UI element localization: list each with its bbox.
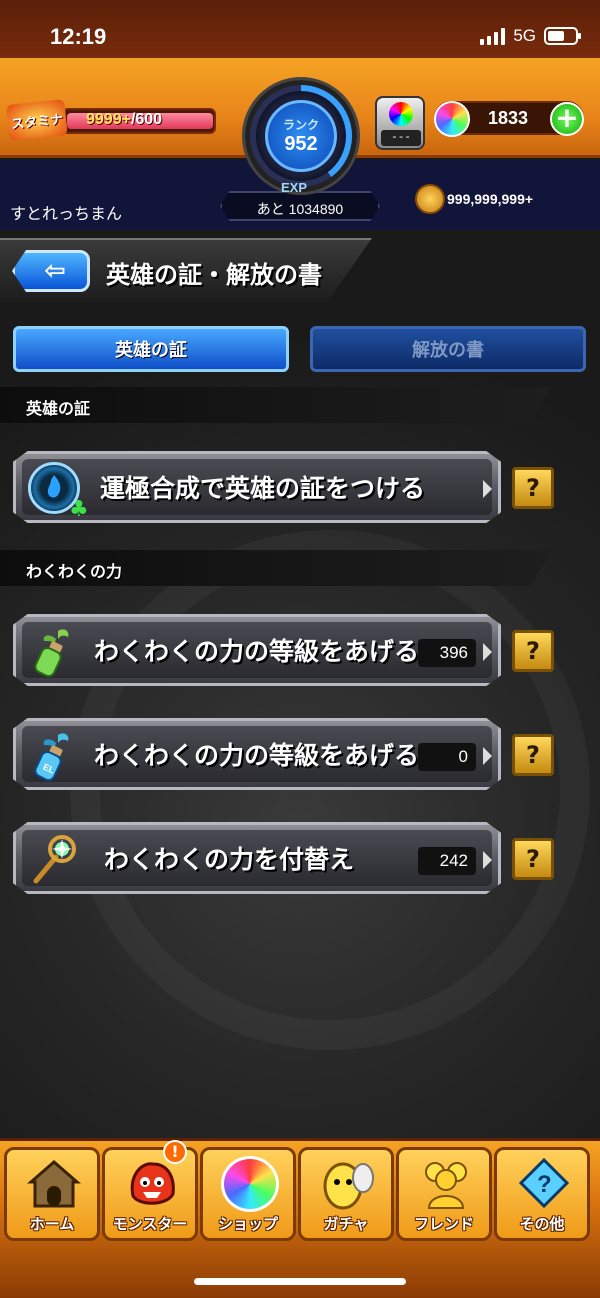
hero-fire-clover-icon: ♣ <box>28 462 89 522</box>
orb-count: 1833 <box>488 108 529 128</box>
item-box-value: --- <box>381 130 421 146</box>
exp-label: EXP <box>281 180 308 195</box>
nav-label: フレンド <box>413 1215 474 1233</box>
chevron-right-icon <box>483 851 492 869</box>
item-count: 0 <box>418 743 476 771</box>
house-icon <box>25 1156 83 1212</box>
menu-attach-hero-proof-button[interactable]: ♣ 運極合成で英雄の証をつける <box>13 451 501 523</box>
menu-label: わくわくの力の等級をあげる <box>94 637 420 666</box>
nav-monster[interactable]: ! モンスター <box>102 1140 198 1241</box>
menu-raise-wakuwaku-blue-button[interactable]: EL わくわくの力の等級をあげる 0 <box>13 718 501 790</box>
diamond-question-icon: ? <box>515 1156 573 1212</box>
orb-small-icon <box>389 102 413 126</box>
stamina-bar: 9999+/600 <box>62 108 216 134</box>
section-header-hero-proof: 英雄の証 <box>0 387 552 423</box>
back-button[interactable]: ⇦ <box>12 250 90 292</box>
help-button[interactable]: ? <box>512 838 554 880</box>
nav-other[interactable]: ? その他 <box>494 1147 590 1241</box>
nav-label: ガチャ <box>323 1215 369 1233</box>
help-button[interactable]: ? <box>512 734 554 776</box>
menu-label: わくわくの力を付替え <box>104 845 355 874</box>
stamina-value: 9999+/600 <box>86 111 163 128</box>
rainbow-orb-icon <box>221 1156 279 1212</box>
status-bar: 12:19 5G <box>0 0 600 60</box>
exp-remaining: あと 1034890 <box>256 201 344 217</box>
home-indicator[interactable] <box>194 1278 406 1285</box>
rank-label: ランク <box>282 118 319 132</box>
rank-value: 952 <box>284 133 318 155</box>
back-arrow-icon: ⇦ <box>44 256 66 286</box>
page-title: 英雄の証・解放の書 <box>106 261 322 289</box>
chevron-right-icon <box>483 747 492 765</box>
nav-gacha[interactable]: ガチャ <box>298 1147 394 1241</box>
alert-badge: ! <box>163 1140 187 1164</box>
rainbow-orb-icon <box>434 101 470 137</box>
red-monster-icon <box>123 1156 181 1212</box>
nav-label: ショップ <box>217 1215 278 1233</box>
nav-friend[interactable]: フレンド <box>396 1147 492 1241</box>
nav-label: ホーム <box>29 1215 75 1233</box>
exp-box: あと 1034890 <box>220 191 380 221</box>
stamina-badge: スタミナ <box>6 99 68 141</box>
player-name: すとれっちまん <box>10 204 123 223</box>
help-button[interactable]: ? <box>512 630 554 672</box>
menu-label: 運極合成で英雄の証をつける <box>100 474 426 503</box>
bottom-nav: ホーム ! モンスター ショップ ガチャ フレンド ? その他 <box>0 1138 600 1298</box>
rank-core: ランク 952 <box>265 100 337 172</box>
gacha-egg-icon <box>319 1156 377 1212</box>
add-orb-button[interactable]: + <box>550 102 584 136</box>
gold-coin-icon <box>415 184 445 214</box>
status-time: 12:19 <box>50 24 107 49</box>
menu-raise-wakuwaku-green-button[interactable]: わくわくの力の等級をあげる 396 <box>13 614 501 686</box>
friends-icon <box>417 1156 475 1212</box>
help-button[interactable]: ? <box>512 467 554 509</box>
network-type: 5G <box>513 26 536 45</box>
nav-label: その他 <box>519 1215 565 1233</box>
nav-home[interactable]: ホーム <box>4 1147 100 1241</box>
nav-shop[interactable]: ショップ <box>200 1147 296 1241</box>
blue-el-bottle-icon: EL <box>28 729 80 782</box>
item-count: 242 <box>418 847 476 875</box>
chevron-right-icon <box>483 643 492 661</box>
signal-icon <box>480 27 506 45</box>
nav-label: モンスター <box>112 1215 188 1233</box>
tab-release-book[interactable]: 解放の書 <box>310 326 586 372</box>
svg-text:?: ? <box>537 1171 552 1198</box>
battery-icon <box>544 27 581 45</box>
item-box[interactable]: --- <box>375 96 425 150</box>
tab-hero-proof[interactable]: 英雄の証 <box>13 326 289 372</box>
menu-label: わくわくの力の等級をあげる <box>94 741 420 770</box>
section-header-wakuwaku: わくわくの力 <box>0 550 552 586</box>
status-indicators: 5G <box>480 26 581 46</box>
item-count: 396 <box>418 639 476 667</box>
green-sprout-bottle-icon <box>28 625 80 678</box>
chevron-right-icon <box>483 480 492 498</box>
crystal-wand-icon <box>28 833 80 885</box>
menu-swap-wakuwaku-button[interactable]: わくわくの力を付替え 242 <box>13 822 501 894</box>
rank-badge[interactable]: ランク 952 <box>245 80 357 192</box>
gold-amount: 999,999,999+ <box>447 191 534 207</box>
orb-counter: 1833 + <box>434 101 584 137</box>
